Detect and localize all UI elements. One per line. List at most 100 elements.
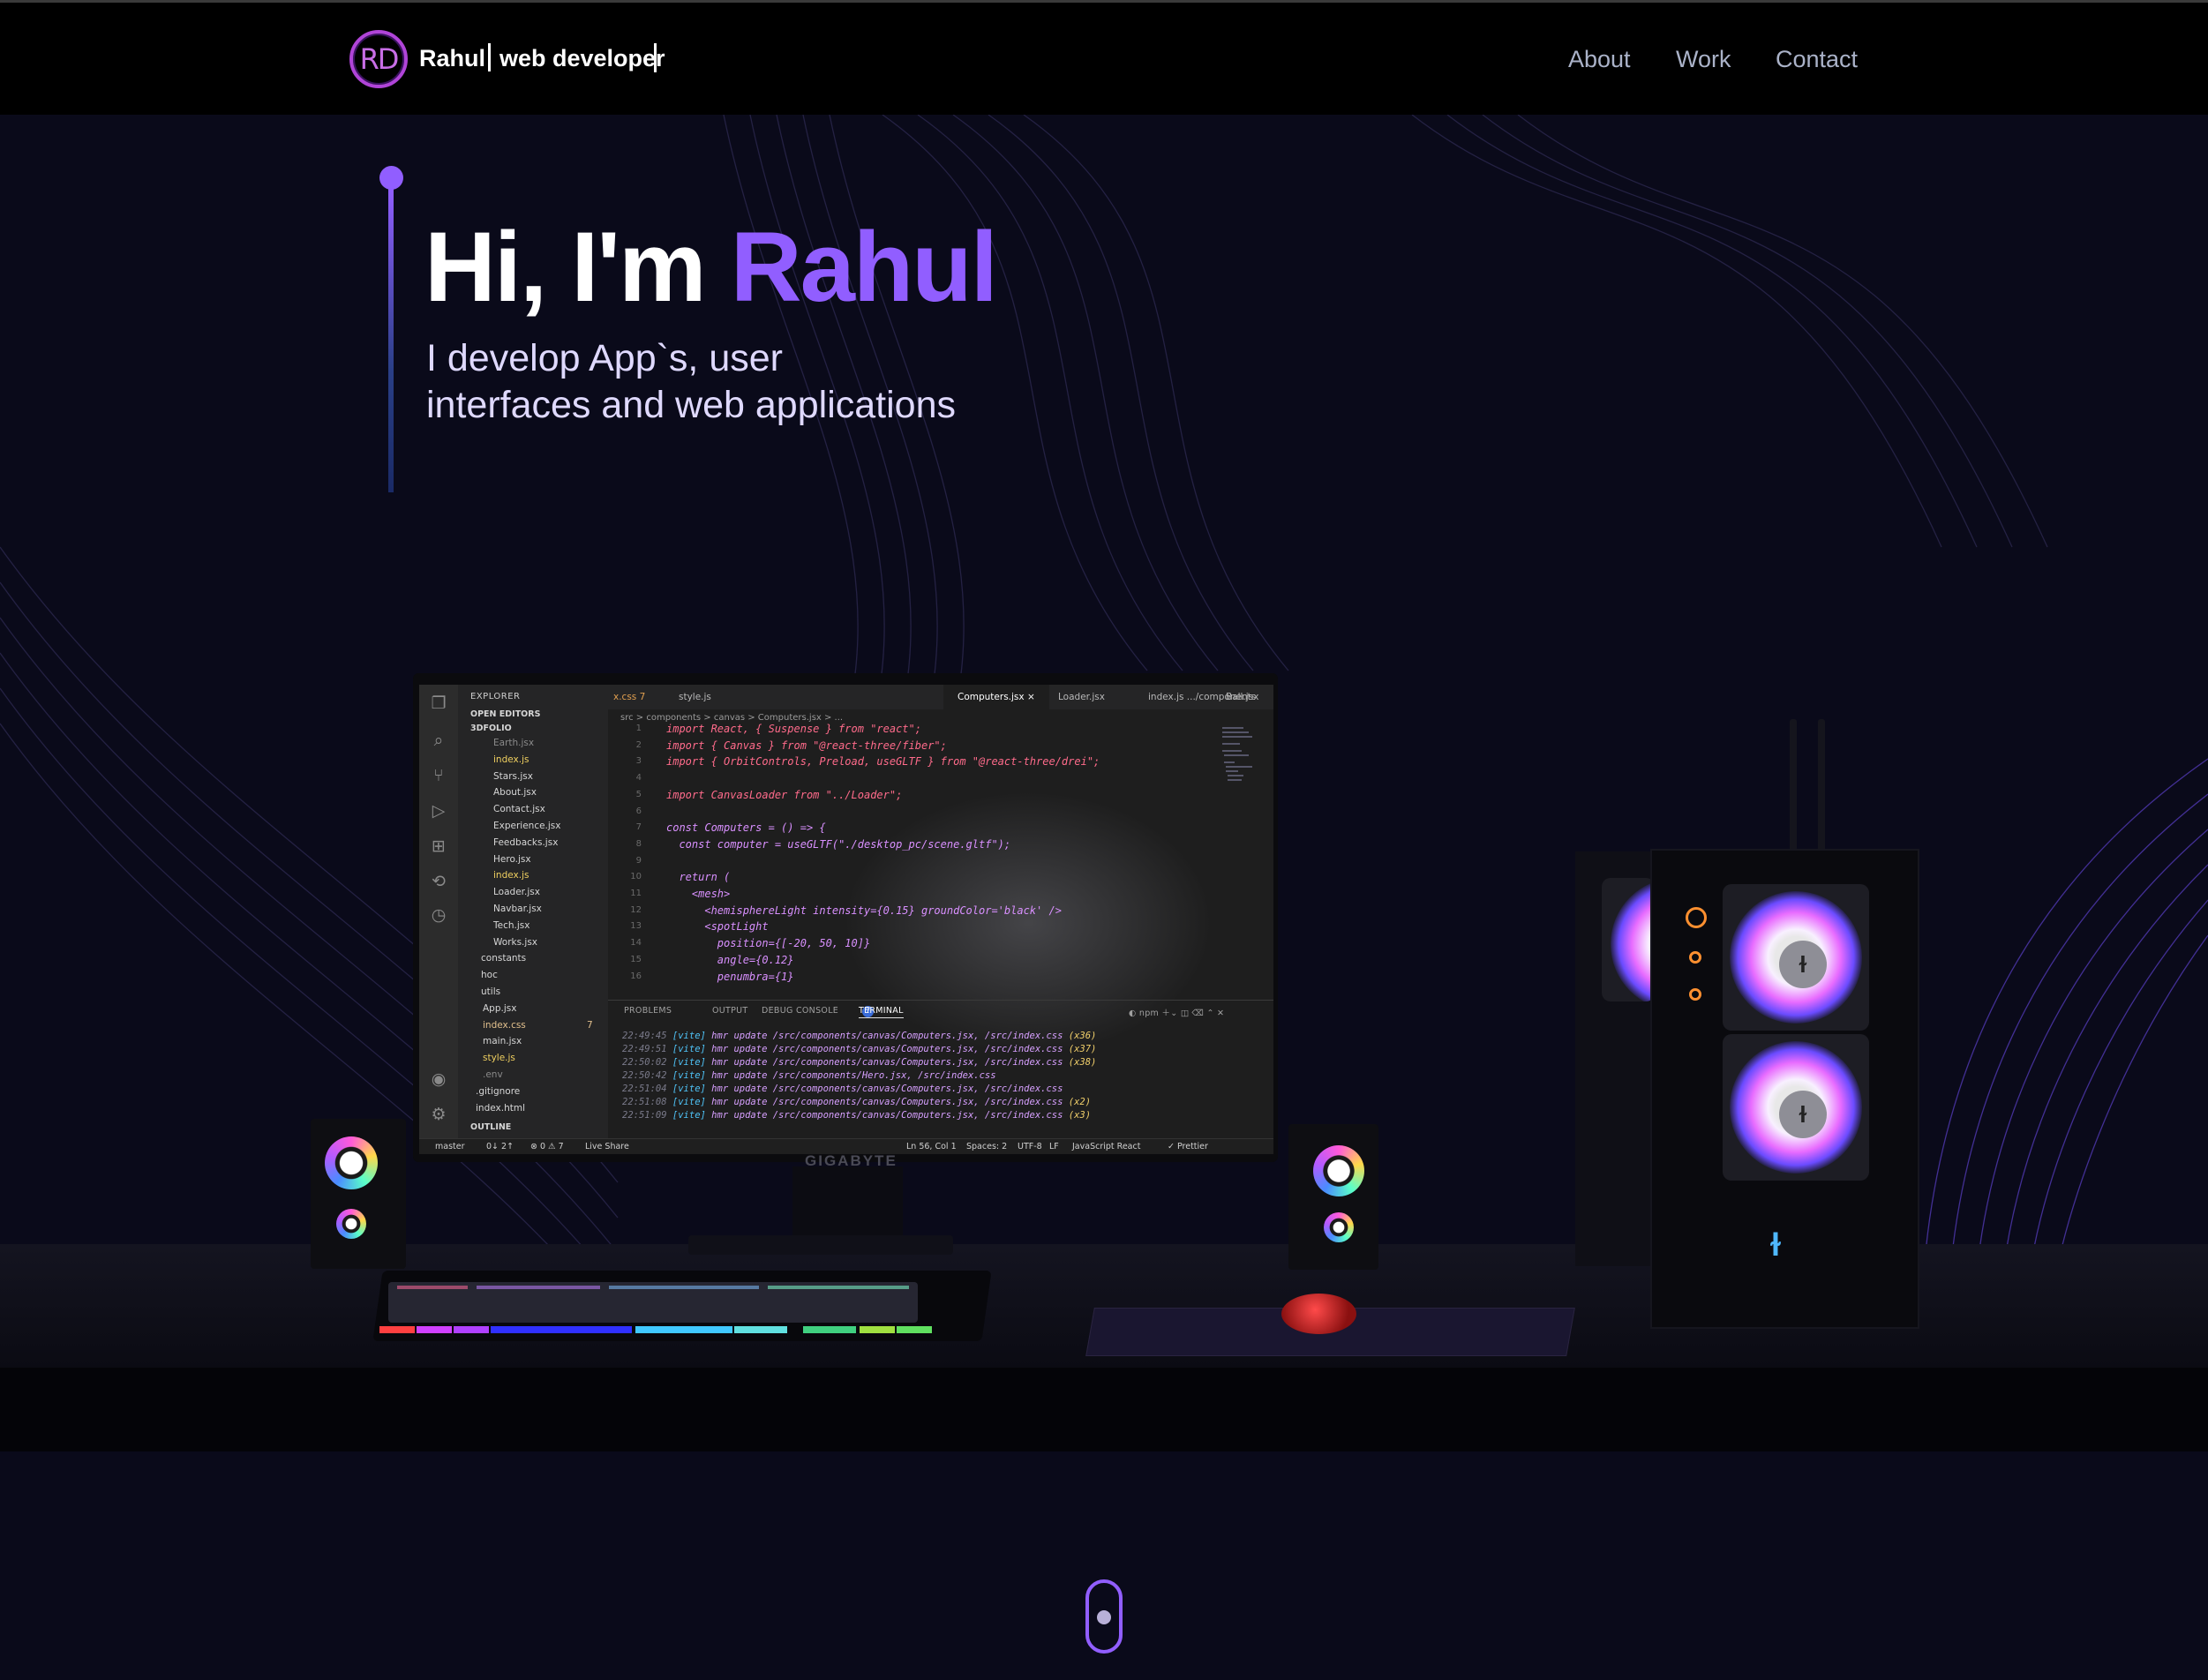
- terminal-time: 22:51:09: [622, 1110, 667, 1121]
- terminal-line: 22:49:51 [vite] hmr update /src/componen…: [622, 1044, 1096, 1054]
- speaker-ring: [325, 1136, 378, 1189]
- file-item[interactable]: index.js: [493, 870, 529, 881]
- panel-tab-debug-console[interactable]: DEBUG CONSOLE: [762, 1006, 838, 1016]
- code-line: const computer = useGLTF("./desktop_pc/s…: [666, 837, 1011, 851]
- typing-cursor: [654, 43, 657, 72]
- file-item[interactable]: Tech.jsx: [493, 920, 529, 931]
- keyboard-rgb-lighting: [379, 1282, 932, 1333]
- logo-icon[interactable]: RD: [349, 30, 408, 88]
- file-item[interactable]: Experience.jsx: [493, 821, 561, 831]
- fan-icon: ɫ: [1723, 1034, 1869, 1181]
- file-item[interactable]: index.js: [493, 754, 529, 765]
- status-branch[interactable]: master: [435, 1142, 465, 1151]
- file-item[interactable]: Loader.jsx: [493, 887, 540, 897]
- file-item[interactable]: Feedbacks.jsx: [493, 837, 558, 848]
- file-item[interactable]: App.jsx: [483, 1003, 516, 1014]
- terminal-actions-icon[interactable]: ◐ npm ＋⌄ ◫ ⌫ ⌃ ✕: [1129, 1006, 1224, 1018]
- panel-tabs: PROBLEMS 7 OUTPUT DEBUG CONSOLE TERMINAL…: [608, 1000, 1273, 1021]
- terminal-text: hmr update /src/components/canvas/Comput…: [711, 1044, 1063, 1054]
- terminal-tag: [vite]: [672, 1110, 706, 1121]
- terminal-count: (x36): [1068, 1031, 1097, 1041]
- code-line: <hemisphereLight intensity={0.15} ground…: [666, 904, 1062, 917]
- terminal-tag: [vite]: [672, 1084, 706, 1094]
- status-problems[interactable]: ⊗ 0 ⚠ 7: [530, 1142, 564, 1151]
- outline-section: OUTLINE: [470, 1122, 512, 1132]
- pc-side-panel: [1575, 851, 1655, 1266]
- file-item[interactable]: About.jsx: [493, 787, 537, 798]
- file-item[interactable]: style.js: [483, 1053, 515, 1063]
- code-line: penumbra={1}: [666, 970, 794, 983]
- line-number: 13: [630, 921, 642, 932]
- project-folder: 3DFOLIO: [470, 724, 512, 733]
- antenna: [1790, 719, 1797, 851]
- folder-item[interactable]: utils: [481, 986, 500, 997]
- hero-subtitle-line: interfaces and web applications: [426, 384, 956, 426]
- terminal-time: 22:51:04: [622, 1084, 667, 1094]
- status-live-share[interactable]: Live Share: [585, 1142, 629, 1151]
- nav-link-about[interactable]: About: [1568, 46, 1631, 73]
- terminal-tag: [vite]: [672, 1097, 706, 1107]
- antenna: [1818, 719, 1825, 851]
- file-item[interactable]: Contact.jsx: [493, 804, 545, 814]
- code-line: return (: [666, 871, 731, 884]
- monitor-stand: [792, 1166, 903, 1246]
- file-item[interactable]: Navbar.jsx: [493, 904, 542, 914]
- terminal-line: 22:50:42 [vite] hmr update /src/componen…: [622, 1070, 1002, 1081]
- file-item[interactable]: Works.jsx: [493, 937, 537, 948]
- status-prettier[interactable]: ✓ Prettier: [1168, 1142, 1208, 1151]
- minimap: [1222, 727, 1252, 781]
- terminal-time: 22:50:02: [622, 1057, 667, 1068]
- file-item[interactable]: Earth.jsx: [493, 738, 534, 748]
- nav-link-work[interactable]: Work: [1676, 46, 1731, 73]
- status-encoding[interactable]: UTF-8: [1018, 1142, 1042, 1151]
- mouse: [1281, 1294, 1356, 1334]
- monitor-base: [688, 1235, 953, 1255]
- nav-link-contact[interactable]: Contact: [1776, 46, 1858, 73]
- terminal-line: 22:51:04 [vite] hmr update /src/componen…: [622, 1084, 1069, 1094]
- scroll-dot: [1097, 1610, 1111, 1624]
- terminal-tag: [vite]: [672, 1070, 706, 1081]
- editor-tab[interactable]: x.css 7: [613, 692, 645, 702]
- panel-tab-terminal[interactable]: TERMINAL: [859, 1006, 904, 1018]
- terminal-text: hmr update /src/components/canvas/Comput…: [711, 1110, 1063, 1121]
- terminal-time: 22:49:51: [622, 1044, 667, 1054]
- speaker-ring: [1324, 1212, 1354, 1242]
- code-line: <spotLight: [666, 920, 769, 934]
- explorer-title: EXPLORER: [470, 692, 521, 701]
- status-spaces[interactable]: Spaces: 2: [966, 1142, 1007, 1151]
- file-item[interactable]: Hero.jsx: [493, 854, 531, 865]
- terminal-line: 22:50:02 [vite] hmr update /src/componen…: [622, 1057, 1096, 1068]
- hero-subtitle: I develop App`s, user interfaces and web…: [426, 335, 956, 429]
- editor-tab-active[interactable]: Computers.jsx ×: [958, 692, 1035, 702]
- folder-item[interactable]: hoc: [481, 970, 498, 980]
- file-item[interactable]: index.html: [476, 1103, 525, 1114]
- file-item[interactable]: .env: [483, 1069, 503, 1080]
- terminal-line: 22:51:09 [vite] hmr update /src/componen…: [622, 1110, 1091, 1121]
- panel-tab-problems[interactable]: PROBLEMS: [624, 1006, 672, 1016]
- fan-icon: [1602, 878, 1655, 1001]
- folder-item[interactable]: constants: [481, 953, 526, 964]
- editor-tab[interactable]: Loader.jsx: [1058, 692, 1105, 702]
- code-line: angle={0.12}: [666, 953, 794, 966]
- file-item[interactable]: index.css: [483, 1020, 526, 1031]
- account-icon: ◉: [431, 1069, 447, 1089]
- panel-tab-output[interactable]: OUTPUT: [712, 1006, 748, 1016]
- pc-tower: ɫ ɫ: [1650, 849, 1919, 1329]
- status-language[interactable]: JavaScript React: [1072, 1142, 1140, 1151]
- code-line: import CanvasLoader from "../Loader";: [666, 788, 903, 801]
- fan-hub-logo-icon: ɫ: [1779, 1091, 1827, 1138]
- status-sync[interactable]: 0↓ 2↑: [486, 1142, 514, 1151]
- speaker-ring: [336, 1209, 366, 1239]
- editor-tab[interactable]: style.js: [679, 692, 711, 702]
- run-icon: ▷: [432, 801, 446, 821]
- terminal-count: (x3): [1068, 1110, 1092, 1121]
- status-position[interactable]: Ln 56, Col 1: [906, 1142, 957, 1151]
- line-number: 4: [635, 773, 642, 784]
- status-eol[interactable]: LF: [1049, 1142, 1059, 1151]
- line-number: 3: [635, 756, 642, 767]
- file-item[interactable]: Stars.jsx: [493, 771, 533, 782]
- file-item[interactable]: main.jsx: [483, 1036, 522, 1046]
- brand-name[interactable]: Rahul: [419, 45, 485, 72]
- file-item[interactable]: .gitignore: [476, 1086, 520, 1097]
- editor-tab[interactable]: Ball.jsx: [1226, 692, 1258, 702]
